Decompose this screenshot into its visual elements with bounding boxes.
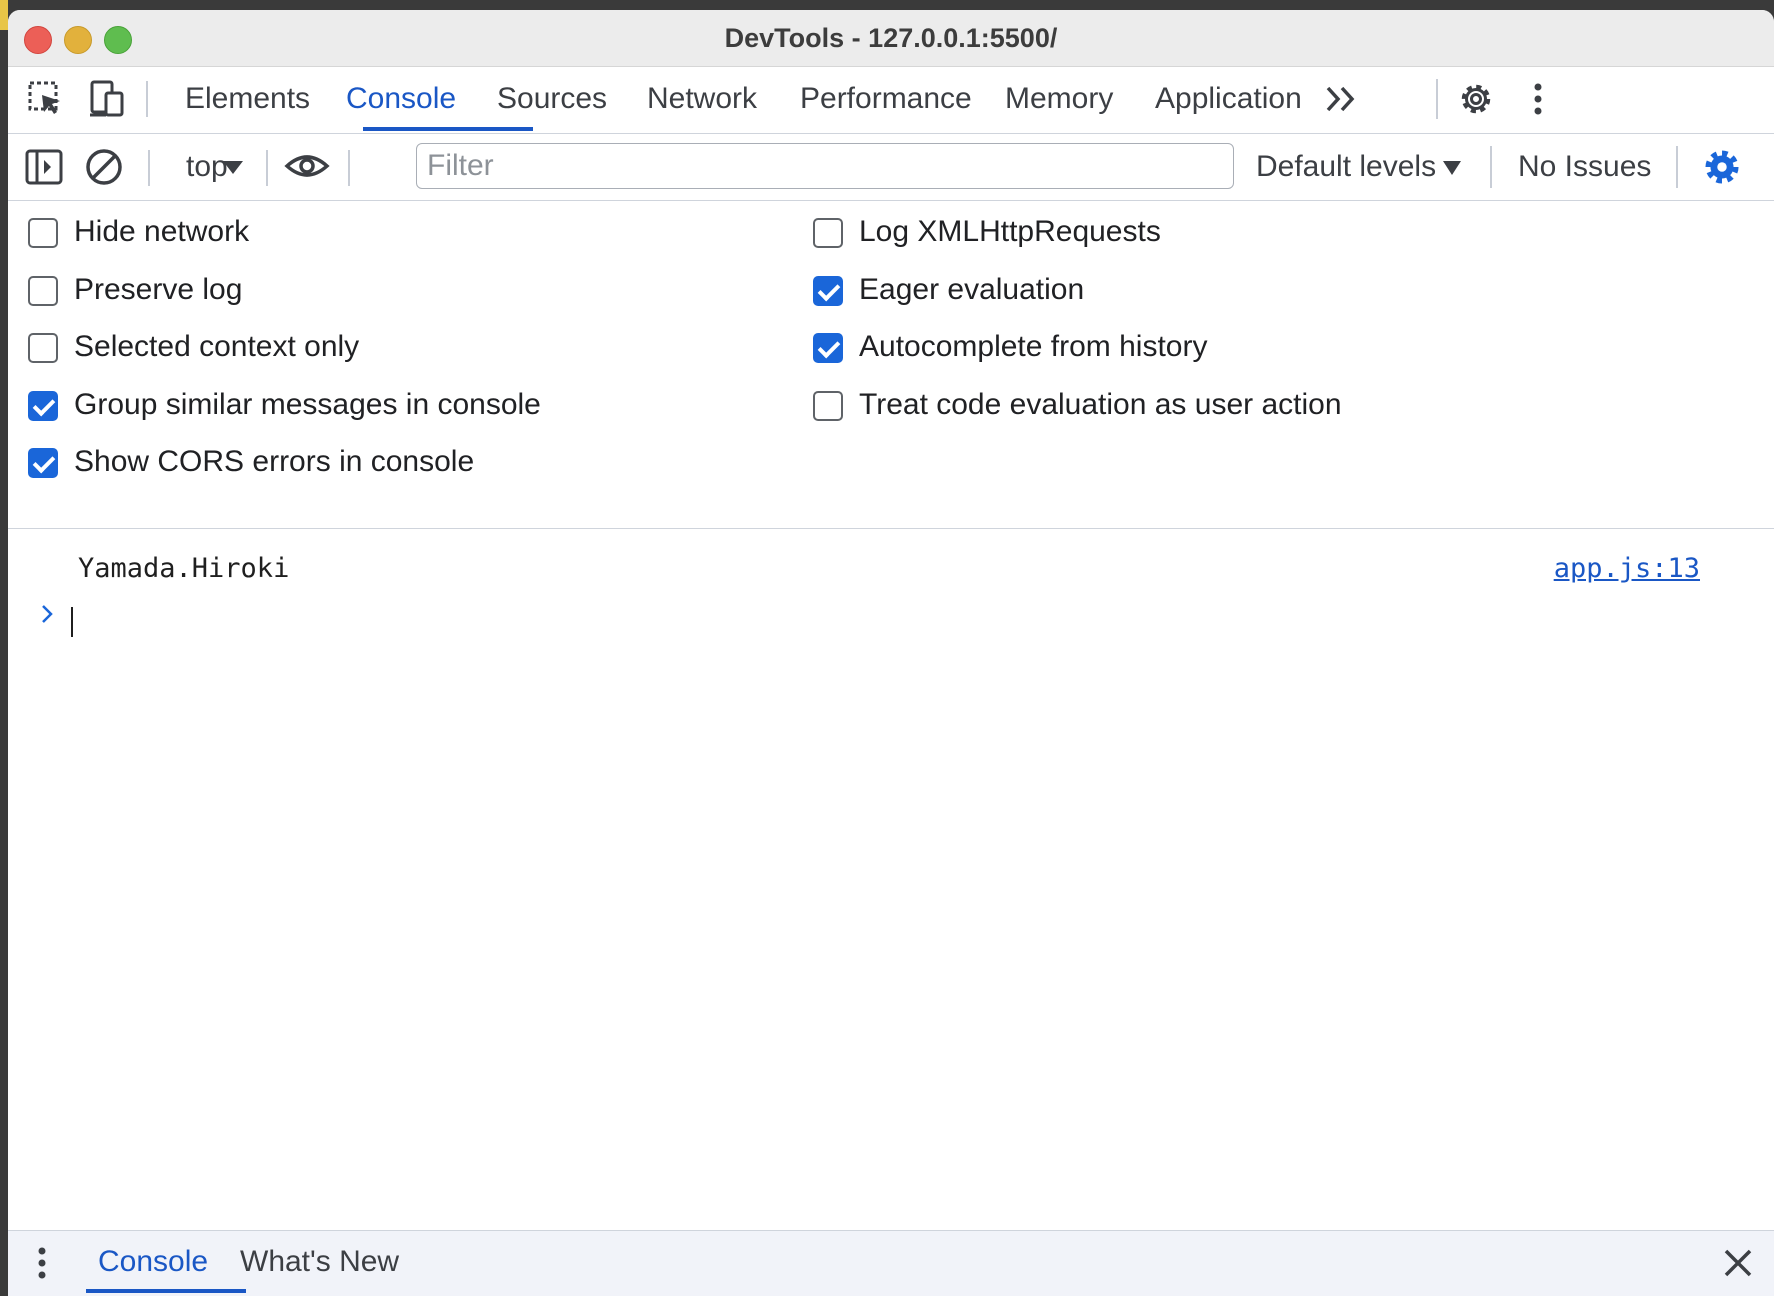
setting-label: Show CORS errors in console [74,445,475,478]
selected-context-only-checkbox[interactable] [28,333,58,363]
tab-application[interactable]: Application [1155,67,1302,131]
close-drawer-icon[interactable] [1718,1243,1758,1283]
issues-counter[interactable]: No Issues [1518,134,1651,200]
sidebar-toggle-icon[interactable] [24,147,64,187]
panel-tab-bar: Elements Console Sources Network Perform… [8,67,1774,134]
tab-network[interactable]: Network [647,67,757,131]
setting-label: Log XMLHttpRequests [859,215,1161,248]
device-toolbar-icon[interactable] [86,79,126,119]
console-settings-pane: Hide network Preserve log Selected conte… [8,201,1774,529]
console-settings-gear-icon[interactable] [1701,146,1743,188]
eager-evaluation-checkbox[interactable] [813,276,843,306]
console-toolbar: top Default levels No Issues [8,134,1774,201]
drawer-tab-whats-new[interactable]: What's New [240,1231,399,1293]
tab-sources[interactable]: Sources [497,67,607,131]
tabbar-divider-right [1436,79,1438,119]
tab-elements[interactable]: Elements [185,67,310,131]
toolbar-divider-3 [348,150,350,186]
setting-label: Treat code evaluation as user action [859,388,1342,421]
tab-performance[interactable]: Performance [800,67,972,131]
live-expression-eye-icon[interactable] [284,146,330,186]
toolbar-divider-1 [148,150,150,186]
tab-console[interactable]: Console [346,67,456,131]
drawer-active-tab-indicator [86,1289,246,1293]
setting-label: Preserve log [74,273,243,306]
show-cors-errors-checkbox[interactable] [28,448,58,478]
log-xmlhttprequests-checkbox[interactable] [813,218,843,248]
drawer-menu-icon[interactable] [22,1243,62,1283]
setting-label: Group similar messages in console [74,388,541,421]
clear-console-icon[interactable] [84,147,124,187]
drawer-tab-bar: Console What's New [8,1230,1774,1296]
toolbar-divider-5 [1676,146,1678,188]
group-similar-checkbox[interactable] [28,391,58,421]
more-options-icon[interactable] [1518,79,1558,119]
settings-gear-icon[interactable] [1456,79,1496,119]
console-message-source-link[interactable]: app.js:13 [1554,553,1700,584]
console-prompt-input[interactable] [71,607,73,637]
more-tabs-icon[interactable] [1322,79,1362,119]
window-title: DevTools - 127.0.0.1:5500/ [724,23,1058,53]
setting-label: Autocomplete from history [859,330,1208,363]
devtools-window: DevTools - 127.0.0.1:5500/ Elements Cons… [8,10,1774,1296]
setting-label: Hide network [74,215,250,248]
toolbar-divider-2 [266,150,268,186]
treat-code-evaluation-checkbox[interactable] [813,391,843,421]
issues-label: No Issues [1518,150,1652,183]
filter-input[interactable] [416,143,1234,189]
context-dropdown-caret-icon[interactable] [223,161,243,174]
hide-network-checkbox[interactable] [28,218,58,248]
console-output[interactable]: Yamada.Hiroki app.js:13 [8,529,1774,1229]
toolbar-divider-4 [1490,146,1492,188]
context-selector[interactable]: top [186,134,228,200]
context-selector-label: top [186,150,228,183]
setting-label: Selected context only [74,330,360,363]
tabbar-divider [146,81,148,117]
autocomplete-history-checkbox[interactable] [813,333,843,363]
console-prompt-chevron-icon [42,605,53,623]
log-levels-label: Default levels [1256,150,1437,183]
tab-memory[interactable]: Memory [1005,67,1113,131]
drawer-tab-console[interactable]: Console [98,1231,208,1293]
setting-label: Eager evaluation [859,273,1085,306]
title-bar: DevTools - 127.0.0.1:5500/ [8,10,1774,67]
console-message-text: Yamada.Hiroki [78,553,290,584]
levels-caret-icon[interactable] [1443,161,1461,175]
preserve-log-checkbox[interactable] [28,276,58,306]
background-window-edge [0,0,8,30]
inspect-element-icon[interactable] [26,79,66,119]
log-levels-dropdown[interactable]: Default levels [1256,134,1436,200]
